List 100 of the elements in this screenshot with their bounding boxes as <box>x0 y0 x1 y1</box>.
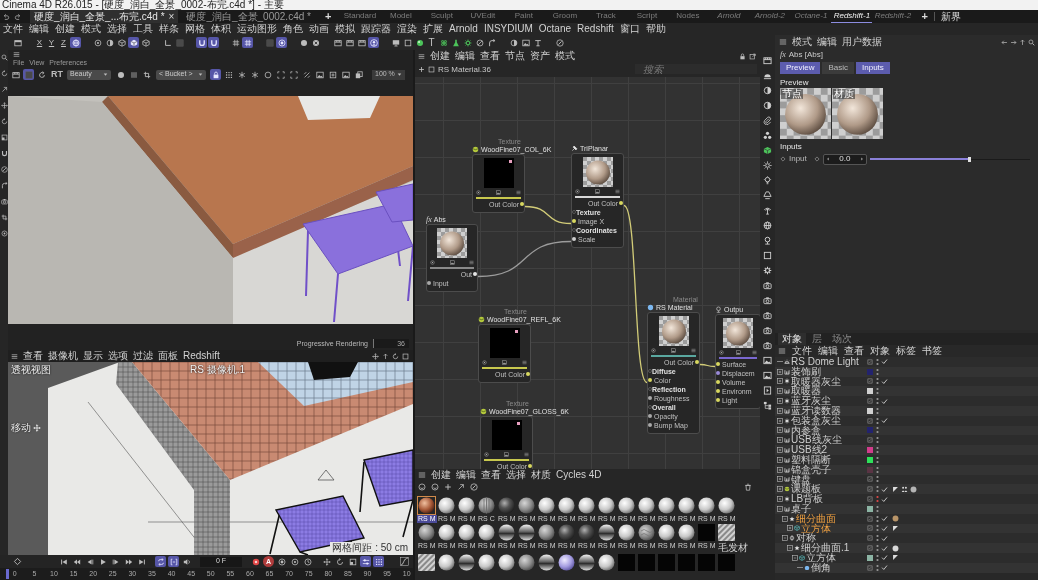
object-row[interactable]: 桌子 <box>775 503 1038 514</box>
port-dot-icon[interactable] <box>572 237 576 242</box>
curve-icon[interactable] <box>400 557 409 566</box>
check-icon[interactable] <box>881 417 888 425</box>
object-name[interactable]: 立方体 <box>801 523 831 534</box>
layer-swatch-icon[interactable] <box>867 505 873 512</box>
tool-button[interactable] <box>532 37 543 48</box>
tool-button[interactable] <box>230 37 241 48</box>
object-row[interactable]: 装饰刷 <box>775 366 1038 377</box>
menu-icon[interactable] <box>418 52 425 60</box>
tool-button[interactable] <box>162 37 173 48</box>
tool-button[interactable] <box>353 69 364 80</box>
tab[interactable]: 场次 <box>828 333 856 345</box>
menu-item[interactable]: 编辑 <box>455 50 475 62</box>
expand-toggle-icon[interactable] <box>777 486 783 493</box>
object-name[interactable]: RS Dome Light <box>791 357 859 367</box>
camera-icon[interactable] <box>763 341 772 350</box>
layout-tab[interactable]: Arnold-2 <box>749 10 791 23</box>
paperclip-icon[interactable] <box>763 116 772 125</box>
document-tab[interactable]: 硬度_润白_全景_0002.c4d * <box>182 10 315 23</box>
plus-icon[interactable] <box>444 483 452 491</box>
object-row[interactable]: 键盘 <box>775 474 1038 485</box>
menu-item[interactable]: 材质 <box>531 469 551 481</box>
menu-item[interactable]: 跟踪器 <box>361 23 391 35</box>
menu-item[interactable]: Arnold <box>449 23 478 35</box>
figure-tag-icon[interactable] <box>901 485 908 493</box>
sphere-tag-icon[interactable] <box>910 485 917 493</box>
menu-item[interactable]: 查看 <box>481 469 501 481</box>
tool-button[interactable] <box>310 37 321 48</box>
object-name[interactable]: 细分曲面.1 <box>801 543 850 553</box>
tool-button[interactable] <box>196 37 207 48</box>
collapse-toggle-icon[interactable] <box>777 505 783 512</box>
collapse-toggle-icon[interactable] <box>782 515 788 522</box>
visibility-dots-icon[interactable] <box>876 367 879 376</box>
menu-item[interactable]: 过滤 <box>133 350 153 362</box>
menu-item[interactable]: 运动图形 <box>237 23 277 35</box>
expand-toggle-icon[interactable] <box>777 388 783 395</box>
tool-button[interactable] <box>223 69 234 80</box>
port-dot-icon[interactable] <box>716 362 720 367</box>
check-icon[interactable] <box>881 544 888 552</box>
menu-icon[interactable] <box>13 50 20 58</box>
layout-tab[interactable]: Sculpt <box>421 10 463 23</box>
arrow-up-right-icon[interactable] <box>0 86 8 93</box>
arrow-up-right-icon[interactable] <box>457 483 465 491</box>
visibility-dots-icon[interactable] <box>876 387 879 396</box>
tab[interactable]: 层 <box>808 333 826 345</box>
tool-button[interactable] <box>344 37 355 48</box>
tool-button[interactable] <box>168 556 179 567</box>
document-tab[interactable]: 硬度_润白_全景_...布完.c4d * × <box>30 10 179 23</box>
port-dot-icon[interactable] <box>473 272 477 277</box>
object-name[interactable]: LB背板 <box>791 494 824 504</box>
menu-item[interactable]: 编辑 <box>818 345 838 357</box>
text-tool-button[interactable]: T <box>426 37 437 48</box>
expand-toggle-icon[interactable] <box>777 447 783 454</box>
face-icon[interactable] <box>431 483 439 491</box>
search-icon[interactable] <box>0 54 8 61</box>
half-circle-icon[interactable] <box>763 86 772 95</box>
tool-button[interactable] <box>70 37 81 48</box>
tool-button[interactable] <box>128 37 139 48</box>
tool-button[interactable] <box>289 556 300 567</box>
tab[interactable]: 对象 <box>778 333 806 345</box>
antenna-icon[interactable] <box>763 206 772 215</box>
port-dot-icon[interactable] <box>716 371 720 376</box>
port-dot-icon[interactable] <box>427 281 431 286</box>
search-field[interactable]: 搜索 <box>635 64 757 75</box>
menu-item[interactable]: 创建 <box>430 50 450 62</box>
tool-button[interactable] <box>302 556 313 567</box>
port-dot-icon[interactable] <box>716 389 720 394</box>
menu-item[interactable]: 模拟 <box>335 23 355 35</box>
visibility-dots-icon[interactable] <box>876 563 879 572</box>
add-layout-button[interactable]: + <box>921 9 928 24</box>
tool-button[interactable] <box>10 69 21 80</box>
undo-icon[interactable] <box>2 12 10 21</box>
tool-button[interactable] <box>334 556 345 567</box>
check-icon[interactable] <box>881 524 888 532</box>
port-dot-icon[interactable] <box>648 423 652 428</box>
expand-icon[interactable] <box>749 52 756 60</box>
face-icon[interactable] <box>418 483 426 491</box>
expand-toggle-icon[interactable] <box>777 417 783 424</box>
object-row[interactable]: 蓝牙读数器 <box>775 406 1038 416</box>
tool-button[interactable] <box>298 37 309 48</box>
object-row[interactable]: 倒角 <box>775 562 1038 573</box>
menu-item[interactable]: 模式 <box>81 23 101 35</box>
expand-toggle-icon[interactable] <box>777 466 783 473</box>
object-name[interactable]: 锦盒壳子 <box>791 464 831 475</box>
layer-swatch-icon[interactable] <box>867 388 873 395</box>
object-name[interactable]: 倒角 <box>811 562 831 573</box>
lamp-icon[interactable] <box>763 191 772 200</box>
layer-swatch-icon[interactable] <box>867 407 873 414</box>
layer-swatch-icon[interactable] <box>867 466 873 473</box>
triangle-tag-icon[interactable] <box>892 554 899 562</box>
menu-item[interactable]: 资产 <box>530 50 550 62</box>
object-row[interactable]: RS Dome Light <box>775 357 1038 367</box>
crop-icon[interactable] <box>0 214 8 221</box>
object-row[interactable]: USB线灰尘 <box>775 435 1038 446</box>
tool-button[interactable] <box>36 69 47 80</box>
layout-tab[interactable]: Model <box>380 10 422 23</box>
node-link[interactable] <box>699 363 716 368</box>
tool-button[interactable] <box>390 37 401 48</box>
visibility-dots-icon[interactable] <box>876 475 879 484</box>
